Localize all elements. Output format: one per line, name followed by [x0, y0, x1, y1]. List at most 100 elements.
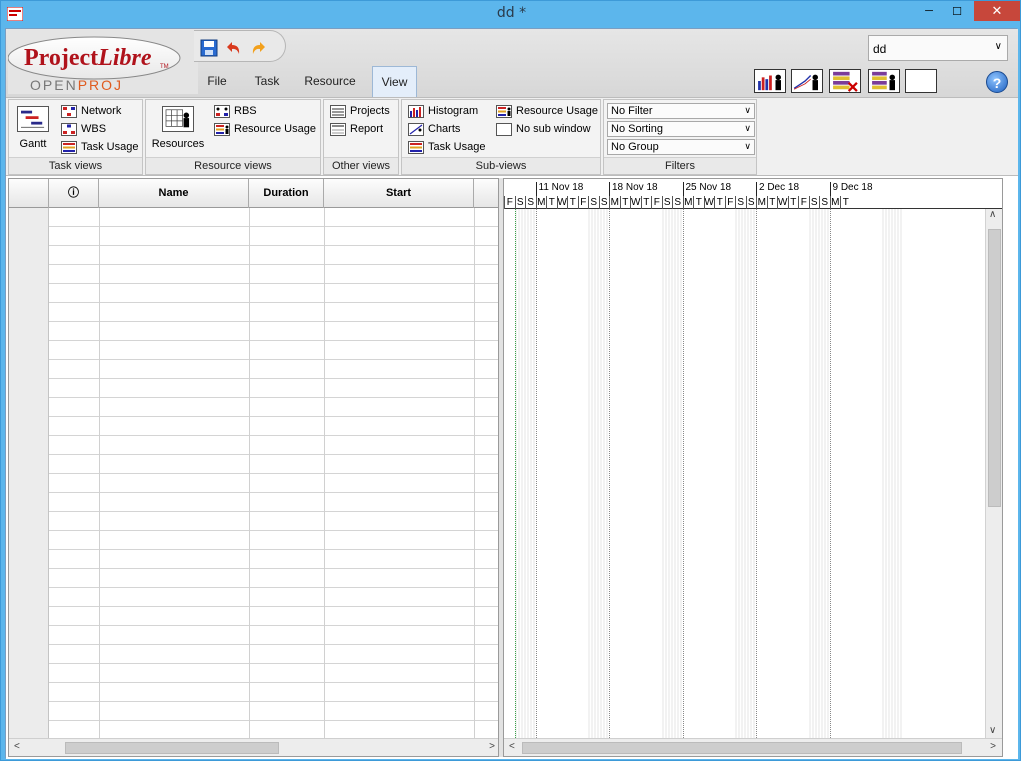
task-usage-button[interactable]: Task Usage — [61, 139, 138, 155]
undo-icon[interactable] — [224, 39, 242, 57]
resource-grid-icon[interactable] — [868, 69, 900, 93]
table-row[interactable] — [9, 607, 498, 626]
table-row[interactable] — [9, 227, 498, 246]
row-number-cell[interactable] — [9, 227, 49, 246]
table-row[interactable] — [9, 474, 498, 493]
row-number-cell[interactable] — [9, 645, 49, 664]
scroll-right-icon[interactable]: > — [489, 741, 495, 752]
table-row[interactable] — [9, 455, 498, 474]
row-number-cell[interactable] — [9, 683, 49, 702]
info-column-header[interactable]: ⓘ — [49, 179, 99, 208]
save-icon[interactable] — [200, 39, 218, 57]
table-row[interactable] — [9, 550, 498, 569]
row-number-cell[interactable] — [9, 246, 49, 265]
gantt-timescale[interactable]: F S S M T W T F S S M T W T F S S M T W T F S S M T W T F S S M T 11 Nov … — [504, 179, 1002, 209]
filter-dropdown[interactable]: No Filter ∨ — [607, 103, 755, 119]
resource-chart-icon[interactable] — [791, 69, 823, 93]
table-row[interactable] — [9, 531, 498, 550]
row-number-cell[interactable] — [9, 531, 49, 550]
gantt-scroll-thumb[interactable] — [522, 742, 962, 754]
rbs-button[interactable]: RBS — [214, 103, 257, 119]
scroll-left-icon[interactable]: < — [14, 741, 20, 752]
resources-button[interactable]: Resources — [150, 106, 206, 150]
row-number-cell[interactable] — [9, 379, 49, 398]
row-number-cell[interactable] — [9, 208, 49, 227]
row-number-cell[interactable] — [9, 417, 49, 436]
blank-toolbar-box[interactable] — [905, 69, 937, 93]
row-number-cell[interactable] — [9, 550, 49, 569]
scroll-right-icon[interactable]: > — [990, 741, 996, 752]
wbs-button[interactable]: WBS — [61, 121, 106, 137]
report-button[interactable]: Report — [330, 121, 383, 137]
no-sub-window-button[interactable]: No sub window — [496, 121, 591, 137]
more-column-header[interactable] — [474, 179, 498, 208]
row-number-cell[interactable] — [9, 569, 49, 588]
table-row[interactable] — [9, 360, 498, 379]
table-row[interactable] — [9, 626, 498, 645]
scroll-left-icon[interactable]: < — [509, 741, 515, 752]
task-grid-body[interactable] — [9, 208, 498, 740]
row-number-cell[interactable] — [9, 493, 49, 512]
table-row[interactable] — [9, 303, 498, 322]
table-row[interactable] — [9, 208, 498, 227]
scroll-down-icon[interactable]: ∨ — [989, 725, 996, 736]
row-number-header[interactable] — [9, 179, 49, 208]
table-row[interactable] — [9, 512, 498, 531]
gantt-button[interactable]: Gantt — [13, 106, 53, 150]
table-row[interactable] — [9, 322, 498, 341]
table-row[interactable] — [9, 284, 498, 303]
menu-view[interactable]: View — [372, 66, 417, 98]
subview-resource-usage-button[interactable]: Resource Usage — [496, 103, 598, 119]
gantt-vertical-scrollbar[interactable]: ∧ ∨ — [985, 209, 1002, 738]
resource-histogram-icon[interactable] — [754, 69, 786, 93]
row-number-cell[interactable] — [9, 341, 49, 360]
row-number-cell[interactable] — [9, 265, 49, 284]
row-number-cell[interactable] — [9, 455, 49, 474]
table-row[interactable] — [9, 417, 498, 436]
group-dropdown[interactable]: No Group ∨ — [607, 139, 755, 155]
table-row[interactable] — [9, 569, 498, 588]
row-number-cell[interactable] — [9, 512, 49, 531]
row-number-cell[interactable] — [9, 360, 49, 379]
close-button[interactable]: ✕ — [974, 1, 1020, 21]
row-number-cell[interactable] — [9, 664, 49, 683]
row-number-cell[interactable] — [9, 702, 49, 721]
row-number-cell[interactable] — [9, 588, 49, 607]
help-icon[interactable]: ? — [986, 71, 1008, 93]
gantt-horizontal-scrollbar[interactable]: < > — [504, 738, 1002, 756]
charts-button[interactable]: Charts — [408, 121, 460, 137]
network-button[interactable]: Network — [61, 103, 121, 119]
subview-task-usage-button[interactable]: Task Usage — [408, 139, 485, 155]
menu-resource[interactable]: Resource — [302, 66, 358, 96]
table-row[interactable] — [9, 645, 498, 664]
row-number-cell[interactable] — [9, 303, 49, 322]
scroll-up-icon[interactable]: ∧ — [989, 209, 996, 220]
table-row[interactable] — [9, 246, 498, 265]
row-number-cell[interactable] — [9, 284, 49, 303]
row-number-cell[interactable] — [9, 398, 49, 417]
sorting-dropdown[interactable]: No Sorting ∨ — [607, 121, 755, 137]
row-number-cell[interactable] — [9, 474, 49, 493]
redo-icon[interactable] — [250, 39, 268, 57]
row-number-cell[interactable] — [9, 436, 49, 455]
table-row[interactable] — [9, 436, 498, 455]
table-row[interactable] — [9, 683, 498, 702]
name-column-header[interactable]: Name — [99, 179, 249, 208]
gantt-vscroll-thumb[interactable] — [988, 229, 1001, 507]
grid-scroll-thumb[interactable] — [65, 742, 279, 754]
minimize-button[interactable]: ─ — [915, 1, 943, 21]
projects-button[interactable]: Projects — [330, 103, 390, 119]
table-row[interactable] — [9, 341, 498, 360]
maximize-button[interactable]: ☐ — [943, 1, 971, 21]
duration-column-header[interactable]: Duration — [249, 179, 324, 208]
project-selector[interactable]: dd ∨ — [868, 35, 1008, 61]
table-row[interactable] — [9, 398, 498, 417]
table-row[interactable] — [9, 664, 498, 683]
grid-horizontal-scrollbar[interactable]: < > — [9, 738, 498, 756]
table-row[interactable] — [9, 493, 498, 512]
start-column-header[interactable]: Start — [324, 179, 474, 208]
table-row[interactable] — [9, 702, 498, 721]
row-number-cell[interactable] — [9, 607, 49, 626]
table-row[interactable] — [9, 379, 498, 398]
table-row[interactable] — [9, 588, 498, 607]
